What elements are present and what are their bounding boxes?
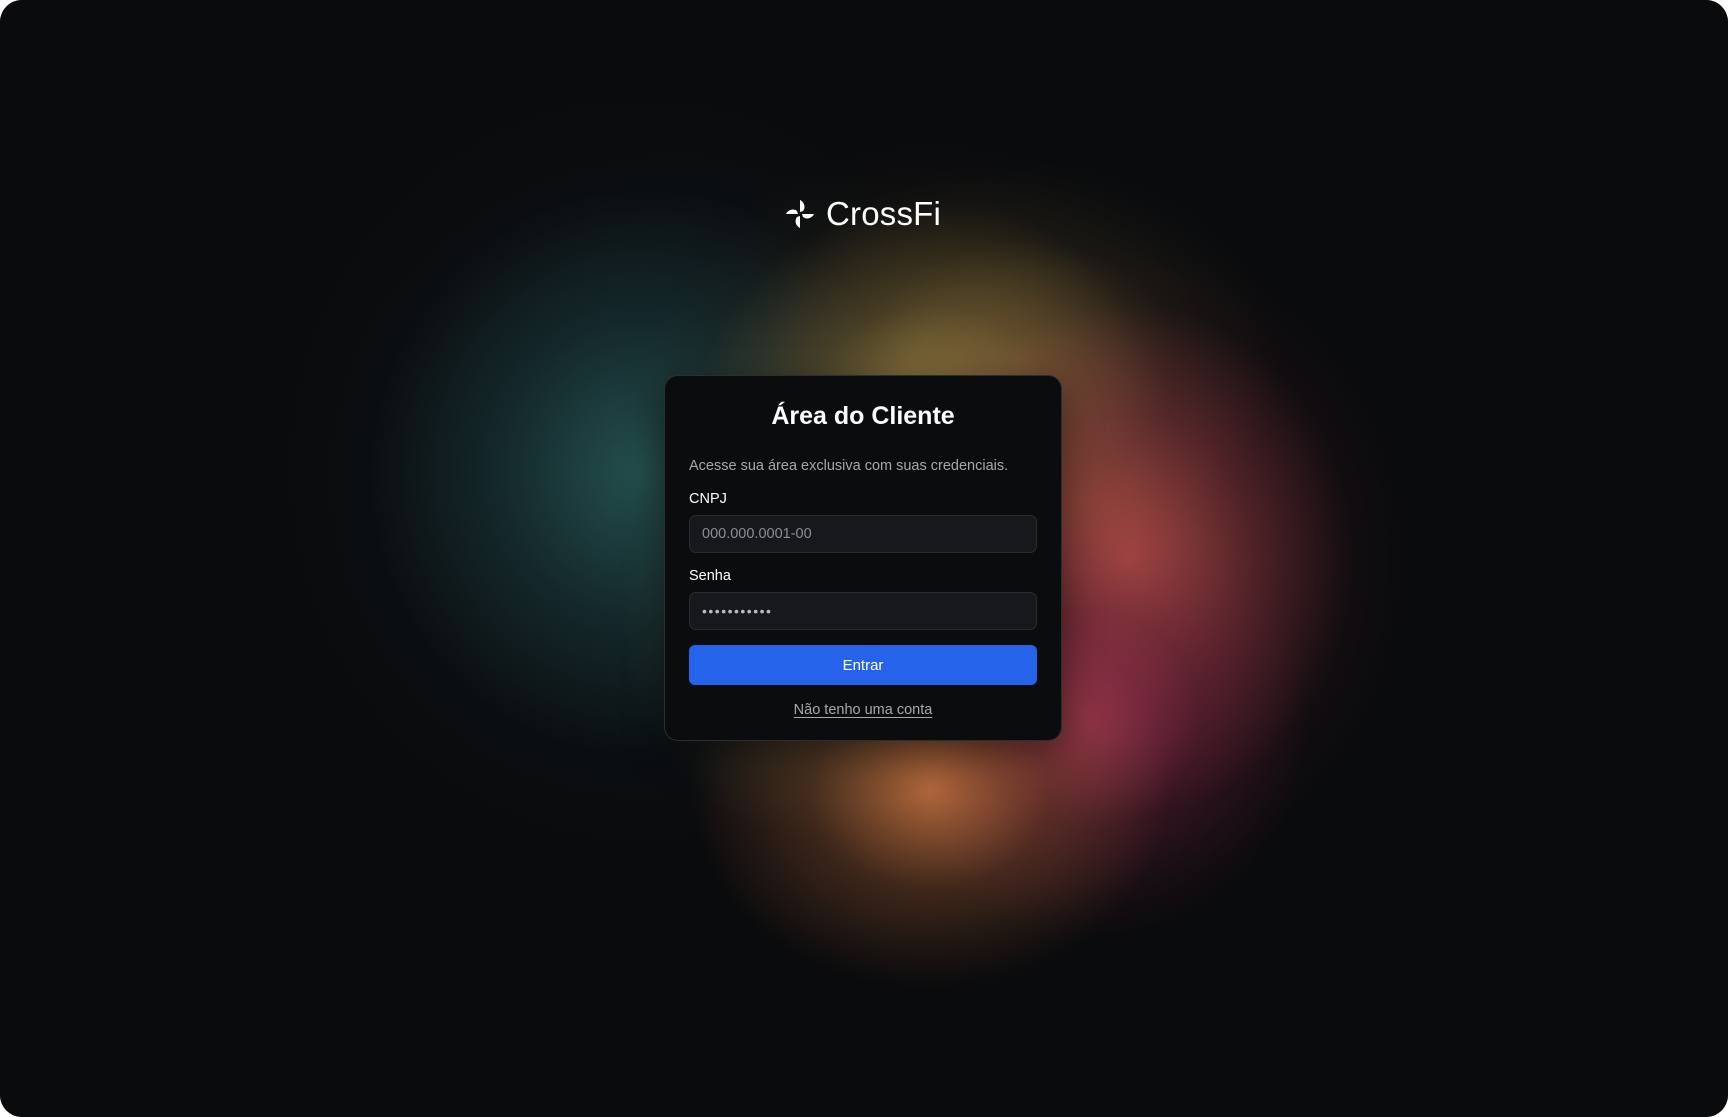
login-screen: CrossFi Área do Cliente Acesse sua área … — [0, 0, 1728, 1117]
password-label: Senha — [689, 568, 731, 584]
brand-logo: CrossFi — [784, 194, 941, 234]
login-title: Área do Cliente — [771, 402, 955, 430]
cnpj-input[interactable] — [689, 515, 1037, 553]
login-subtitle: Acesse sua área exclusiva com suas crede… — [689, 458, 1009, 474]
signup-link[interactable]: Não tenho uma conta — [689, 702, 1037, 718]
login-card: Área do Cliente Acesse sua área exclusiv… — [664, 375, 1062, 741]
crossfi-logo-icon — [786, 200, 814, 228]
brand-name: CrossFi — [826, 195, 942, 232]
login-submit-button[interactable]: Entrar — [689, 645, 1037, 685]
password-input[interactable] — [689, 592, 1037, 630]
cnpj-label: CNPJ — [689, 491, 727, 507]
